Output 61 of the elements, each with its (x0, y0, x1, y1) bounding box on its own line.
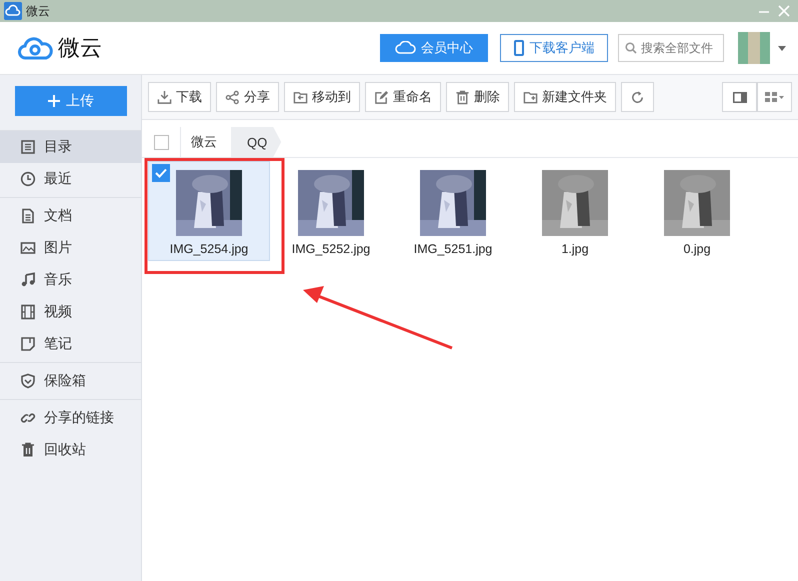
file-name: IMG_5252.jpg (292, 242, 370, 256)
toolbar-button[interactable]: 重命名 (365, 82, 441, 112)
download-icon (157, 90, 172, 104)
sidebar-item[interactable]: 音乐 (0, 264, 141, 296)
search-field[interactable]: 搜索全部文件 (618, 34, 724, 62)
sidebar-item[interactable]: 最近 (0, 163, 141, 195)
file-tile[interactable]: IMG_5251.jpg (392, 161, 514, 261)
file-tile[interactable]: IMG_5254.jpg (148, 161, 270, 261)
toolbar-button[interactable]: 删除 (446, 82, 509, 112)
refresh-icon (630, 90, 645, 104)
download-client-button[interactable]: 下载客户端 (500, 34, 608, 62)
clock-icon (20, 171, 36, 187)
file-name: 1.jpg (561, 242, 589, 256)
sidebar-item[interactable]: 回收站 (0, 434, 141, 466)
list-icon (20, 139, 36, 155)
phone-icon (514, 40, 524, 56)
sidebar-item[interactable]: 笔记 (0, 328, 141, 360)
document-icon (20, 208, 36, 224)
search-icon (625, 42, 637, 54)
trash-icon (20, 442, 36, 458)
shield-icon (20, 373, 36, 389)
refresh-button[interactable] (621, 82, 654, 112)
sidebar-item[interactable]: 目录 (0, 131, 141, 163)
sidebar-item[interactable]: 文档 (0, 200, 141, 232)
close-icon[interactable] (776, 3, 792, 19)
toolbar-button[interactable]: 移动到 (284, 82, 360, 112)
cloud-logo-icon (18, 35, 54, 61)
note-icon (20, 336, 36, 352)
panel-icon (732, 92, 746, 102)
file-name: 0.jpg (683, 242, 711, 256)
logo-text: 微云 (58, 34, 102, 62)
share-icon (225, 90, 240, 104)
app-icon (4, 2, 22, 20)
file-tile[interactable]: 1.jpg (514, 161, 636, 261)
sidebar-item[interactable]: 图片 (0, 232, 141, 264)
select-all-checkbox[interactable] (154, 134, 168, 150)
file-tile[interactable]: IMG_5252.jpg (270, 161, 392, 261)
file-name: IMG_5251.jpg (414, 242, 492, 256)
trash-icon (455, 90, 470, 104)
sidebar-item[interactable]: 分享的链接 (0, 402, 141, 434)
music-note-icon (20, 272, 36, 288)
sidebar-item[interactable]: 保险箱 (0, 365, 141, 397)
grid-view-button[interactable] (757, 82, 792, 112)
sidebar-item[interactable]: 视频 (0, 296, 141, 328)
toolbar-button[interactable]: 新建文件夹 (514, 82, 616, 112)
preview-pane-button[interactable] (722, 82, 757, 112)
toolbar-button[interactable]: 下载 (148, 82, 211, 112)
toolbar-button[interactable]: 分享 (216, 82, 279, 112)
file-name: IMG_5254.jpg (170, 242, 248, 256)
folder-arrow-icon (293, 90, 308, 104)
image-icon (20, 240, 36, 256)
pencil-icon (374, 90, 389, 104)
folder-plus-icon (523, 90, 538, 104)
film-icon (20, 304, 36, 320)
breadcrumb-item[interactable]: QQ (231, 127, 282, 157)
cloud-icon (395, 41, 417, 55)
window-title: 微云 (26, 2, 51, 20)
grid-icon (764, 92, 784, 102)
caret-icon[interactable] (778, 46, 786, 50)
plus-icon (48, 95, 60, 107)
file-tile[interactable]: 0.jpg (636, 161, 758, 261)
